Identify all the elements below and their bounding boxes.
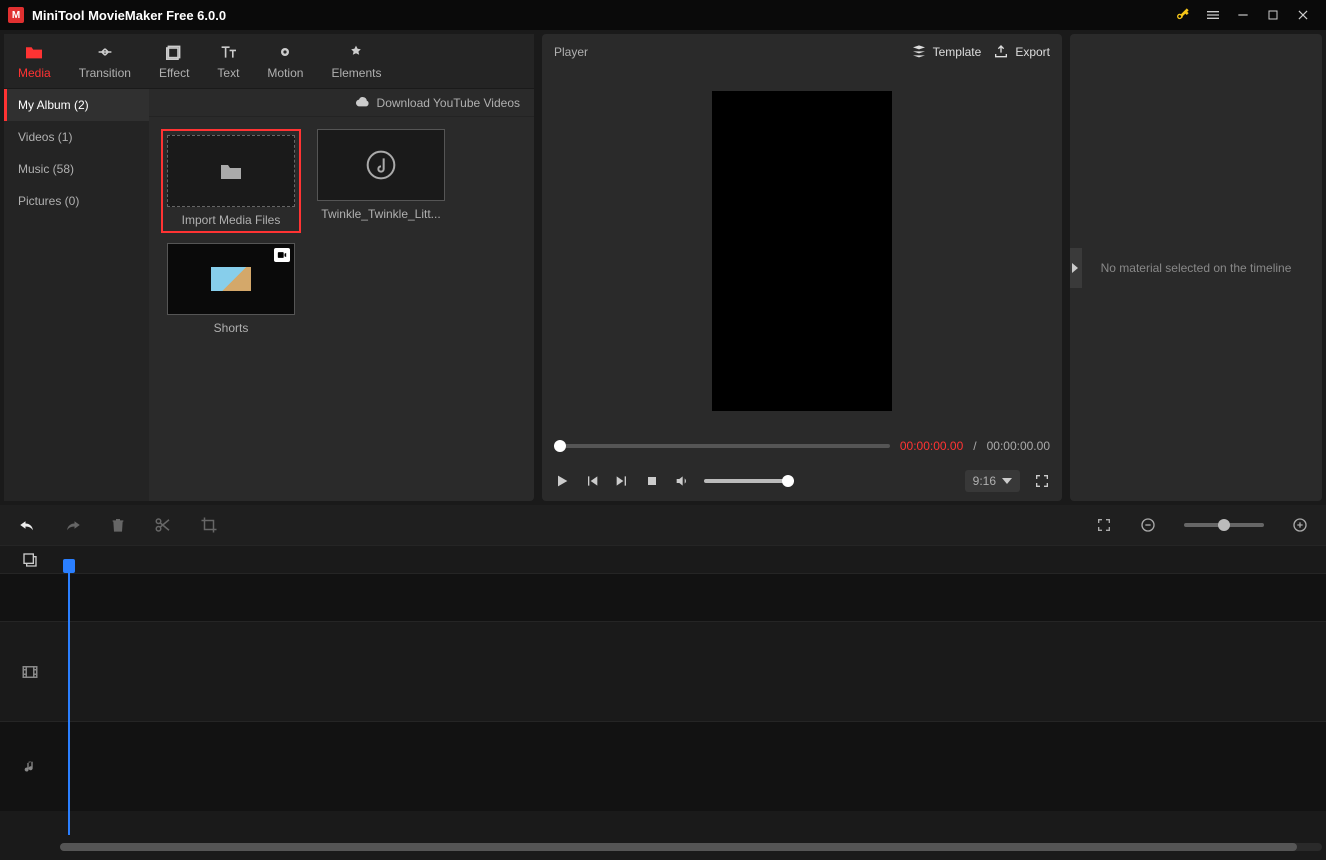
tab-motion[interactable]: Motion: [253, 34, 317, 88]
folder-icon: [24, 44, 44, 60]
transition-icon: [95, 44, 115, 60]
media-sidebar: My Album (2) Videos (1) Music (58) Pictu…: [4, 89, 149, 501]
tab-elements-label: Elements: [331, 66, 381, 80]
sidebar-item-pictures[interactable]: Pictures (0): [4, 185, 149, 217]
timecode-current: 00:00:00.00: [900, 439, 963, 453]
minimize-icon[interactable]: [1228, 3, 1258, 27]
aspect-ratio-value: 9:16: [973, 474, 996, 488]
playhead[interactable]: [68, 561, 70, 835]
seek-slider[interactable]: [554, 444, 890, 448]
folder-icon: [219, 161, 243, 181]
key-icon[interactable]: [1168, 3, 1198, 27]
player-title: Player: [554, 45, 588, 59]
music-note-icon: [365, 149, 397, 181]
next-frame-icon[interactable]: [614, 473, 630, 489]
motion-icon: [275, 44, 295, 60]
template-button-label: Template: [933, 45, 982, 59]
chevron-right-icon: [1072, 263, 1080, 273]
template-button[interactable]: Template: [911, 44, 982, 60]
tab-elements[interactable]: Elements: [317, 34, 395, 88]
fit-icon[interactable]: [1096, 517, 1112, 533]
zoom-slider[interactable]: [1184, 523, 1264, 527]
player-panel: Player Template Export 00:00:00.00 / 00:…: [542, 34, 1062, 501]
audio-track-icon: [22, 758, 38, 776]
close-icon[interactable]: [1288, 3, 1318, 27]
timecode-separator: /: [973, 439, 976, 453]
media-tile-video-label: Shorts: [167, 321, 295, 335]
fullscreen-icon[interactable]: [1034, 473, 1050, 489]
properties-empty-text: No material selected on the timeline: [1101, 261, 1292, 275]
tab-transition[interactable]: Transition: [65, 34, 145, 88]
tab-effect[interactable]: Effect: [145, 34, 203, 88]
stop-icon[interactable]: [644, 473, 660, 489]
menu-icon[interactable]: [1198, 3, 1228, 27]
undo-icon[interactable]: [18, 518, 36, 532]
tab-effect-label: Effect: [159, 66, 189, 80]
media-panel: Media Transition Effect Text Motion Elem…: [4, 34, 534, 501]
media-tile-video[interactable]: Shorts: [161, 243, 301, 335]
media-tile-audio[interactable]: Twinkle_Twinkle_Litt...: [311, 129, 451, 233]
download-youtube-link[interactable]: Download YouTube Videos: [377, 96, 520, 110]
text-icon: [218, 44, 238, 60]
play-icon[interactable]: [554, 473, 570, 489]
add-track-icon[interactable]: [22, 552, 38, 568]
timeline-toolbar: [0, 505, 1326, 545]
timeline: [0, 545, 1326, 855]
aspect-ratio-dropdown[interactable]: 9:16: [965, 470, 1020, 492]
sidebar-item-myalbum[interactable]: My Album (2): [4, 89, 149, 121]
volume-icon[interactable]: [674, 473, 690, 489]
download-icon: [355, 97, 371, 109]
effect-icon: [164, 44, 184, 60]
volume-slider[interactable]: [704, 479, 794, 483]
scissors-icon[interactable]: [154, 516, 172, 534]
player-stage: [542, 70, 1062, 431]
sidebar-item-videos[interactable]: Videos (1): [4, 121, 149, 153]
timeline-scrollbar[interactable]: [60, 843, 1322, 851]
import-media-label: Import Media Files: [167, 213, 295, 227]
export-button-label: Export: [1015, 45, 1050, 59]
video-thumbnail: [211, 267, 251, 291]
timecode-total: 00:00:00.00: [987, 439, 1050, 453]
tab-transition-label: Transition: [79, 66, 131, 80]
sidebar-item-music[interactable]: Music (58): [4, 153, 149, 185]
app-logo: M: [8, 7, 24, 23]
player-video[interactable]: [712, 91, 892, 411]
tab-motion-label: Motion: [267, 66, 303, 80]
zoom-in-icon[interactable]: [1292, 517, 1308, 533]
prev-frame-icon[interactable]: [584, 473, 600, 489]
export-icon: [993, 44, 1009, 60]
template-icon: [911, 44, 927, 60]
collapse-button[interactable]: [1070, 248, 1082, 288]
tab-text[interactable]: Text: [203, 34, 253, 88]
elements-icon: [346, 44, 366, 60]
titlebar: M MiniTool MovieMaker Free 6.0.0: [0, 0, 1326, 30]
tab-text-label: Text: [217, 66, 239, 80]
redo-icon[interactable]: [64, 518, 82, 532]
video-track-icon: [21, 663, 39, 681]
tab-media-label: Media: [18, 66, 51, 80]
zoom-out-icon[interactable]: [1140, 517, 1156, 533]
export-button[interactable]: Export: [993, 44, 1050, 60]
properties-panel: No material selected on the timeline: [1070, 34, 1322, 501]
media-header: Download YouTube Videos: [149, 89, 534, 117]
import-media-tile[interactable]: Import Media Files: [161, 129, 301, 233]
main-tabs: Media Transition Effect Text Motion Elem…: [4, 34, 534, 89]
maximize-icon[interactable]: [1258, 3, 1288, 27]
crop-icon[interactable]: [200, 516, 218, 534]
video-badge-icon: [274, 248, 290, 262]
media-tile-audio-label: Twinkle_Twinkle_Litt...: [317, 207, 445, 221]
delete-icon[interactable]: [110, 516, 126, 534]
tab-media[interactable]: Media: [4, 34, 65, 88]
chevron-down-icon: [1002, 478, 1012, 484]
app-title: MiniTool MovieMaker Free 6.0.0: [32, 8, 226, 23]
